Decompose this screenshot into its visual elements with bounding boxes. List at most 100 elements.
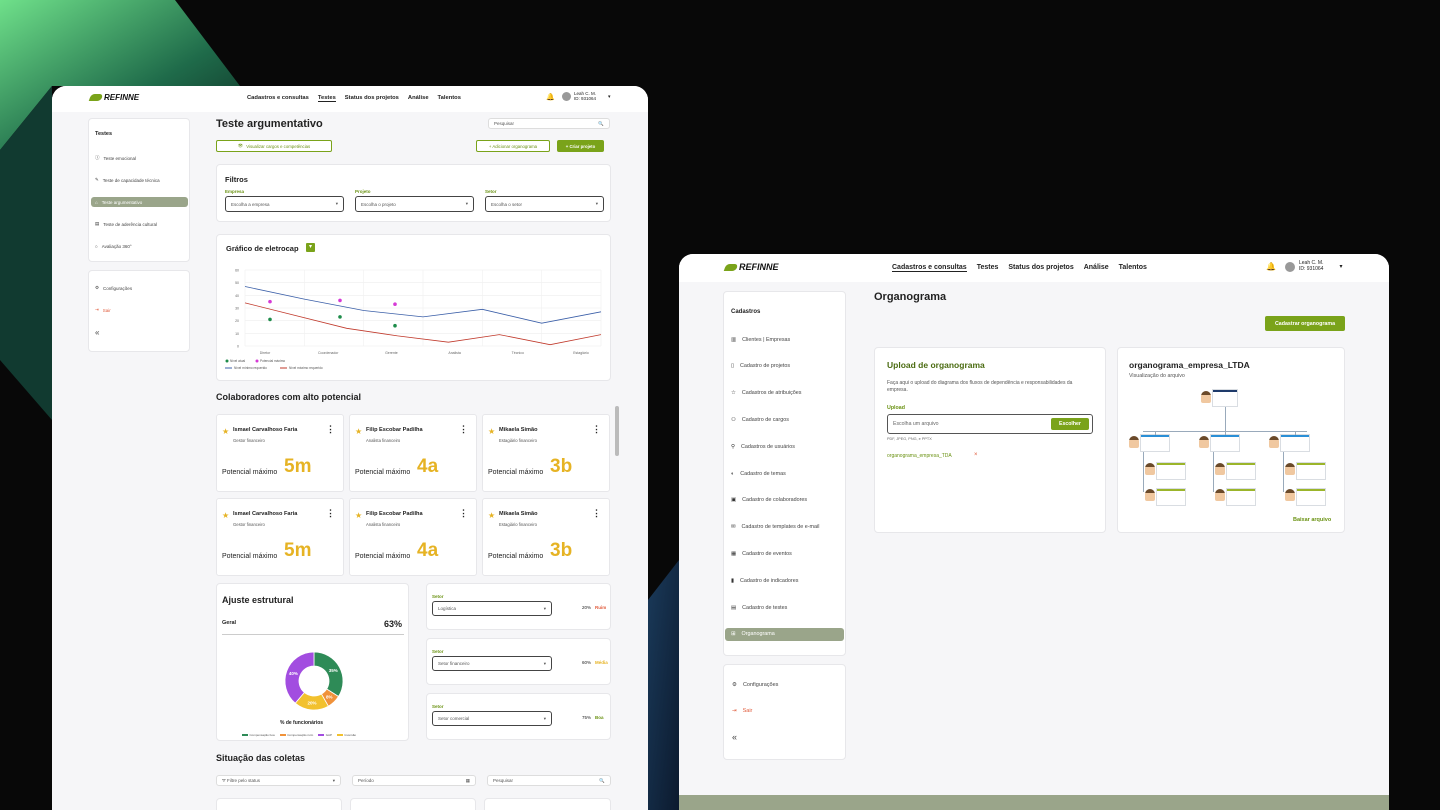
bell-icon[interactable]: 🔔 [1266, 262, 1276, 271]
legend-swatch [242, 734, 248, 736]
nav-cadastros[interactable]: Cadastros e consultas [247, 95, 309, 102]
sector-select[interactable]: Setor financeiro ▾ [432, 656, 552, 671]
star-icon: ★ [222, 427, 230, 436]
sidebar-item-cadastro-de-testes[interactable]: ▤ Cadastro de testes [725, 601, 844, 614]
uploaded-file-name[interactable]: organograma_empresa_TDA [887, 453, 952, 459]
scrollbar[interactable] [615, 406, 619, 456]
nav-analise[interactable]: Análise [408, 95, 429, 102]
more-options-icon[interactable]: ⋮ [459, 425, 468, 434]
potential-card[interactable]: ★ Ismael Carvalhoso Faria Gestor financeir… [216, 498, 344, 576]
collection-card[interactable] [216, 798, 342, 810]
donut-chart: 35% 8% 20% 40% [284, 651, 344, 711]
user-menu[interactable]: Leah C. M. ID: 931064 ▾ [562, 91, 611, 102]
remove-file-icon[interactable]: × [974, 452, 978, 458]
x-tick-label: Estagiário [573, 351, 589, 355]
avatar [562, 92, 571, 102]
filter-setor-select[interactable]: Escolha o setor ▾ [485, 196, 604, 212]
upload-card: Upload de organograma Faça aqui o upload… [874, 347, 1106, 533]
potential-card[interactable]: ★ Mikaela Simão Estagiário financeiro ⋮ Pote… [482, 414, 610, 492]
collection-card[interactable] [484, 798, 611, 810]
chevron-down-icon[interactable]: ▾ [608, 94, 611, 100]
sector-select[interactable]: Setor comercial ▾ [432, 711, 552, 726]
upload-title: Upload de organograma [887, 360, 985, 370]
logout-link[interactable]: ⇥ Sair [732, 708, 752, 714]
nav-status[interactable]: Status dos projetos [1008, 264, 1073, 272]
refinne-logo: REFINNE [723, 262, 779, 272]
add-org-button[interactable]: + Adicionar organograma [476, 140, 550, 152]
sidebar-item-clientes-empresas[interactable]: ▥ Clientes | Empresas [725, 333, 844, 346]
download-file-link[interactable]: Baixar arquivo [1293, 517, 1331, 523]
potential-value: 5m [284, 456, 312, 477]
building-icon: ▥ [731, 336, 737, 343]
donut-label: 20% [307, 700, 316, 705]
filter-projeto-select[interactable]: Escolha o projeto ▾ [355, 196, 474, 212]
sidebar-item-cadastro-de-indicadores[interactable]: ▮ Cadastro de indicadores [725, 574, 844, 587]
sidebar-item-cadastro-de-eventos[interactable]: ▦ Cadastro de eventos [725, 547, 844, 560]
user-add-icon: ⚲ [731, 443, 735, 450]
bell-icon[interactable]: 🔔 [546, 93, 555, 101]
sidebar-item-cadastro-de-projetos[interactable]: ▯ Cadastro de projetos [725, 360, 844, 373]
sidebar-item-argumentativo[interactable]: ⌂ Teste argumentativo [91, 197, 188, 207]
nav-testes[interactable]: Testes [977, 264, 999, 272]
nav-status[interactable]: Status dos projetos [345, 95, 399, 102]
badge-icon: ▣ [731, 497, 737, 504]
dropdown-arrow-icon: ▾ [543, 660, 546, 666]
sidebar-item-cadastros-de-atribui-es[interactable]: ☆ Cadastros de atribuições [725, 387, 844, 400]
sidebar-item-aderencia[interactable]: ▤ Teste de aderência cultural [91, 219, 188, 229]
more-options-icon[interactable]: ⋮ [326, 425, 335, 434]
org-box-header [1227, 489, 1255, 491]
collapse-sidebar-icon[interactable]: « [95, 328, 99, 337]
view-roles-button[interactable]: 👁 Visualizar cargos e competências [216, 140, 332, 152]
logout-link[interactable]: ⇥ Sair [95, 307, 111, 313]
preview-card: organograma_empresa_LTDA Visualização do… [1117, 347, 1345, 533]
sidebar-item-cadastro-de-templates-de-e-mail[interactable]: ✉ Cadastro de templates de e-mail [725, 521, 844, 534]
more-options-icon[interactable]: ⋮ [326, 509, 335, 518]
sidebar-item-cadastro-de-temas[interactable]: ◐ Cadastro de temas [725, 467, 844, 480]
sidebar-item-capacidade[interactable]: ✎ Teste de capacidade técnica [91, 175, 188, 185]
create-project-button[interactable]: + Criar projeto [557, 140, 604, 152]
chevron-down-icon[interactable]: ▾ [1339, 263, 1342, 270]
sidebar-item-cadastro-de-colaboradores[interactable]: ▣ Cadastro de colaboradores [725, 494, 844, 507]
nav-cadastros[interactable]: Cadastros e consultas [892, 264, 967, 272]
status-filter-select[interactable]: ⛛ Filtre pelo status ▾ [216, 775, 341, 786]
dropdown-arrow-icon: ▾ [543, 715, 546, 721]
collapse-sidebar-icon[interactable]: « [732, 732, 737, 742]
more-options-icon[interactable]: ⋮ [592, 509, 601, 518]
more-options-icon[interactable]: ⋮ [592, 425, 601, 434]
sidebar-item-organograma[interactable]: ⊞ Organograma [725, 627, 844, 641]
org-connector [1155, 432, 1156, 435]
nav-talentos[interactable]: Talentos [1119, 264, 1147, 272]
sidebar-item-cadastro-de-cargos[interactable]: ⚇ Cadastro de cargos [725, 413, 844, 426]
search-input[interactable]: Pesquisar 🔍 [488, 118, 610, 129]
potential-card[interactable]: ★ Mikaela Simão Estagiário financeiro ⋮ Pote… [482, 498, 610, 576]
period-input[interactable]: Período ▦ [352, 775, 476, 786]
nav-testes[interactable]: Testes [317, 95, 336, 102]
potential-card[interactable]: ★ Ismael Carvalhoso Faria Gestor financeir… [216, 414, 344, 492]
choose-file-button[interactable]: Escolher [1051, 418, 1089, 430]
upload-field[interactable]: Escolha um arquivo Escolher [887, 414, 1093, 434]
more-options-icon[interactable]: ⋮ [459, 509, 468, 518]
data-point [338, 298, 342, 303]
y-tick-label: 0 [237, 345, 239, 349]
user-menu[interactable]: Leah C. M. ID: 931064 ▾ [1285, 260, 1342, 273]
settings-link[interactable]: ⚙ Configurações [732, 682, 778, 688]
dropdown-arrow-icon: ▾ [335, 201, 338, 206]
potential-card[interactable]: ★ Filip Escobar Padilha Analista financeir… [349, 414, 477, 492]
sector-select[interactable]: Logística ▾ [432, 601, 552, 616]
nav-talentos[interactable]: Talentos [438, 95, 461, 102]
register-org-button[interactable]: Cadastrar organograma [1265, 316, 1345, 331]
potential-value: 4a [417, 456, 439, 477]
collections-search-input[interactable]: Pesquisar 🔍 [487, 775, 611, 786]
potential-card[interactable]: ★ Filip Escobar Padilha Analista financeir… [349, 498, 477, 576]
sector-percent: 60% [582, 660, 592, 665]
nav-analise[interactable]: Análise [1084, 264, 1109, 272]
settings-link[interactable]: ⚙ Configurações [95, 285, 132, 291]
filter-empresa-select[interactable]: Escolha a empresa ▾ [225, 196, 344, 212]
data-point [338, 315, 342, 319]
legend-marker [225, 359, 229, 363]
sidebar-item-cadastros-de-usu-rios[interactable]: ⚲ Cadastros de usuários [725, 440, 844, 453]
sidebar-item-360[interactable]: ○ Avaliação 360° [91, 241, 188, 251]
org-node-director [1280, 434, 1310, 452]
collection-card[interactable] [350, 798, 476, 810]
sidebar-item-emocional[interactable]: ⓘ Teste emocional [91, 153, 188, 163]
